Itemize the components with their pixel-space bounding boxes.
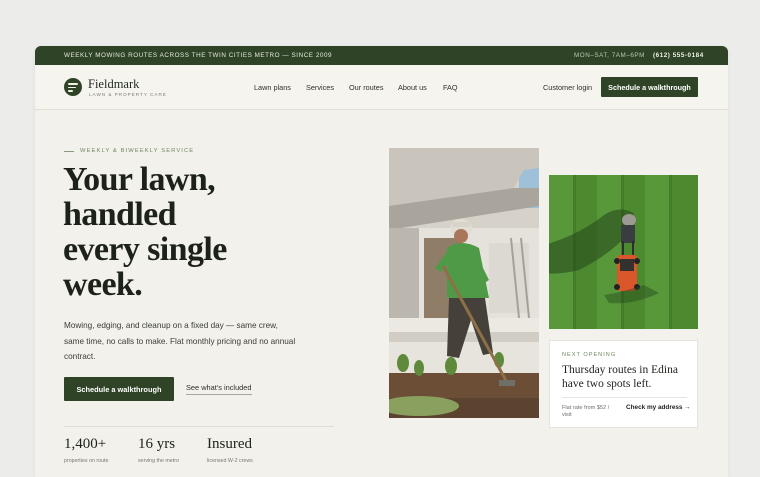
stat-label: properties on route <box>64 458 109 464</box>
hero-headline: Your lawn, handled every single week. <box>63 162 383 302</box>
hero-eyebrow: WEEKLY & BIWEEKLY SERVICE <box>64 148 194 154</box>
card-divider <box>562 397 687 398</box>
stat-value: 16 yrs <box>138 436 176 452</box>
hero-schedule-button[interactable]: Schedule a walkthrough <box>64 377 174 401</box>
nav-link-lawn-plans[interactable]: Lawn plans <box>254 83 291 92</box>
nav-link-faq[interactable]: FAQ <box>443 83 458 92</box>
nav-link-our-routes[interactable]: Our routes <box>349 83 383 92</box>
stat-value: Insured <box>207 436 252 452</box>
main-nav: Fieldmark LAWN & PROPERTY CARE Lawn plan… <box>35 65 728 110</box>
stat-years: 16 yrs serving the metro <box>138 436 179 464</box>
card-kicker: NEXT OPENING <box>562 352 617 358</box>
stat-label: licensed W-2 crews <box>207 458 253 464</box>
announcement-bar: WEEKLY MOWING ROUTES ACROSS THE TWIN CIT… <box>35 46 728 65</box>
stats-divider <box>64 426 334 427</box>
nav-schedule-button[interactable]: Schedule a walkthrough <box>601 77 698 97</box>
business-hours: MON–SAT, 7AM–6PM <box>574 52 645 59</box>
site-frame: WEEKLY MOWING ROUTES ACROSS THE TWIN CIT… <box>35 46 728 477</box>
brand-tagline: LAWN & PROPERTY CARE <box>89 92 167 97</box>
photo-mower-overhead <box>549 175 698 329</box>
customer-login-link[interactable]: Customer login <box>543 83 592 92</box>
eyebrow-text: WEEKLY & BIWEEKLY SERVICE <box>80 148 195 154</box>
phone-link[interactable]: (612) 555-0184 <box>653 52 704 59</box>
logo-mark-icon[interactable] <box>64 78 82 96</box>
stat-properties: 1,400+ properties on route <box>64 436 108 464</box>
headline-line: week. <box>63 266 143 303</box>
see-included-link[interactable]: See what's included <box>186 383 252 395</box>
brand-name[interactable]: Fieldmark <box>88 77 139 92</box>
check-address-link[interactable]: Check my address → <box>626 404 692 412</box>
headline-line: handled <box>63 196 177 233</box>
headline-line: every single <box>63 231 227 268</box>
stat-label: serving the metro <box>138 458 179 464</box>
nav-link-about-us[interactable]: About us <box>398 83 427 92</box>
eyebrow-rule <box>64 150 74 152</box>
hero-description: Mowing, edging, and cleanup on a fixed d… <box>64 321 296 361</box>
next-opening-card: NEXT OPENING Thursday routes in Edina ha… <box>549 340 698 428</box>
stat-value: 1,400+ <box>64 436 107 452</box>
stat-insured: Insured licensed W-2 crews <box>207 436 253 464</box>
headline-line: Your lawn, <box>63 161 216 198</box>
card-price-note: Flat rate from $52 / visit <box>562 405 610 418</box>
photo-crew-edging <box>389 148 539 418</box>
announcement-text: WEEKLY MOWING ROUTES ACROSS THE TWIN CIT… <box>64 52 333 59</box>
nav-link-services[interactable]: Services <box>306 83 334 92</box>
card-title: Thursday routes in Edina have two spots … <box>562 364 678 390</box>
